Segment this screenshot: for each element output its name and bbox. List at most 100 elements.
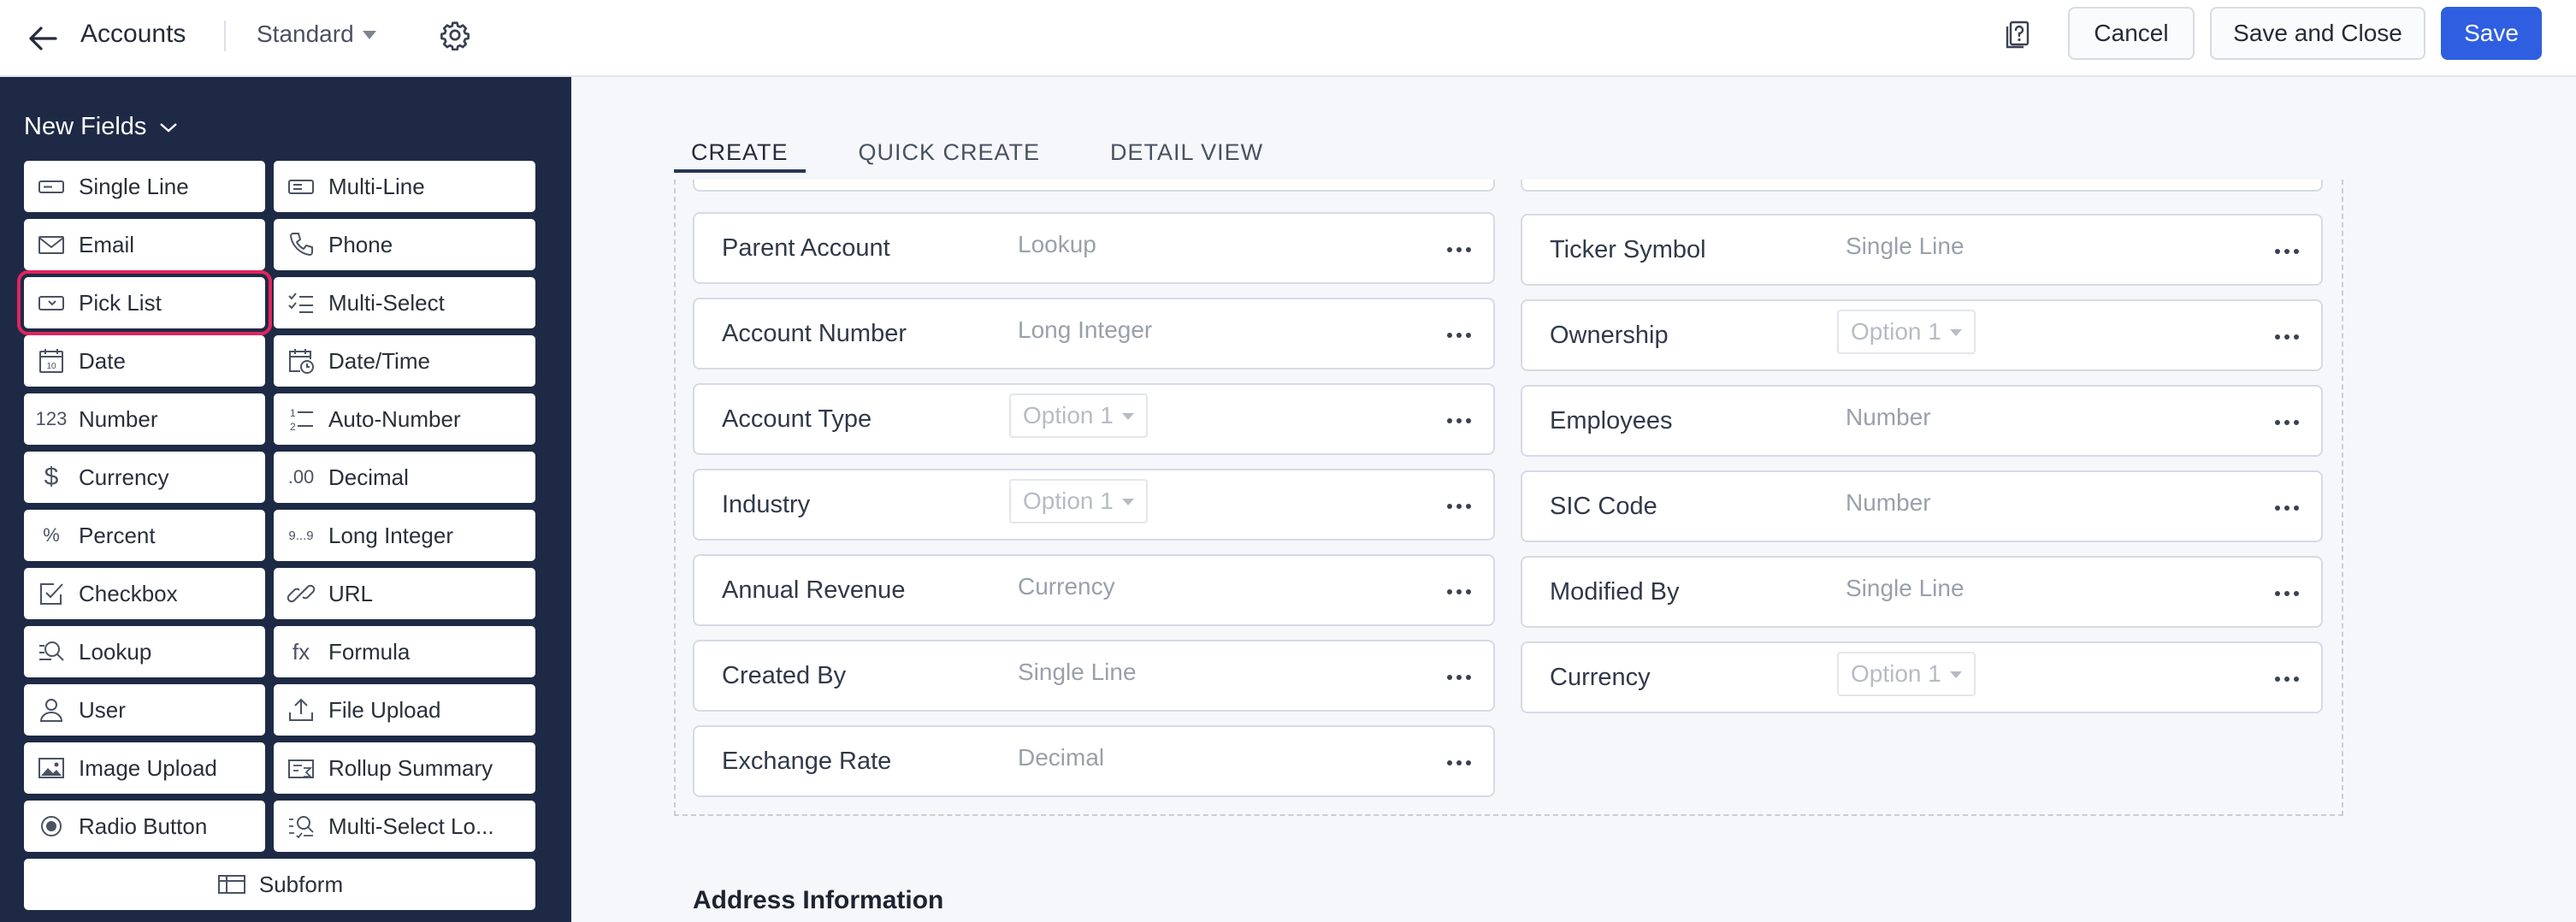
field-label: Decimal — [328, 464, 409, 490]
field-row-currency[interactable]: Currency Option 1 — [1521, 641, 2323, 713]
layout-dropdown[interactable]: Standard — [257, 17, 376, 51]
field-label: Single Line — [79, 173, 189, 199]
field-label: Number — [79, 405, 158, 432]
field-currency[interactable]: $ Currency — [24, 452, 265, 503]
field-url[interactable]: URL — [274, 568, 535, 619]
svg-text:1: 1 — [290, 407, 296, 419]
field-checkbox[interactable]: Checkbox — [24, 568, 265, 619]
field-phone[interactable]: Phone — [274, 219, 535, 270]
more-options-icon[interactable] — [1442, 404, 1476, 438]
field-label: URL — [328, 580, 374, 606]
auto-number-icon: 12 — [286, 404, 316, 434]
field-auto-number[interactable]: 12 Auto-Number — [274, 393, 535, 445]
field-row-exchange-rate[interactable]: Exchange Rate Decimal — [693, 725, 1495, 797]
more-options-icon[interactable] — [1442, 660, 1476, 694]
more-options-icon[interactable] — [1442, 746, 1476, 780]
field-image-upload[interactable]: Image Upload — [24, 742, 265, 794]
save-button[interactable]: Save — [2441, 7, 2542, 60]
field-label: Percent — [79, 522, 156, 548]
chevron-down-icon — [1121, 499, 1134, 505]
field-label: Industry — [722, 491, 811, 518]
field-date-time[interactable]: Date/Time — [274, 335, 535, 387]
document-help-icon[interactable] — [1998, 15, 2037, 55]
more-options-icon[interactable] — [1442, 489, 1476, 523]
field-row-created-by[interactable]: Created By Single Line — [693, 640, 1495, 712]
long-integer-icon: 9...9 — [288, 528, 314, 543]
field-date[interactable]: 10 Date — [24, 335, 265, 387]
chevron-down-icon — [160, 122, 178, 133]
more-options-icon[interactable] — [2270, 576, 2304, 611]
layout-tabs: CREATE QUICK CREATE DETAIL VIEW — [674, 125, 1316, 173]
svg-text:2: 2 — [290, 421, 296, 433]
field-long-integer[interactable]: 9...9 Long Integer — [274, 510, 535, 561]
field-percent[interactable]: % Percent — [24, 510, 265, 561]
link-icon — [286, 578, 316, 609]
gear-icon[interactable] — [434, 15, 476, 55]
field-row-annual-revenue[interactable]: Annual Revenue Currency — [693, 554, 1495, 626]
field-radio-button[interactable]: Radio Button — [24, 801, 265, 852]
calendar-clock-icon — [286, 346, 316, 376]
field-file-upload[interactable]: File Upload — [274, 684, 535, 736]
field-lookup[interactable]: Lookup — [24, 626, 265, 677]
calendar-icon: 10 — [36, 346, 67, 376]
formula-icon: fx — [292, 638, 310, 665]
tab-create[interactable]: CREATE — [674, 125, 806, 173]
field-user[interactable]: User — [24, 684, 265, 736]
field-pick-list[interactable]: Pick List — [17, 270, 272, 335]
layout-editor: CREATE QUICK CREATE DETAIL VIEW Parent A… — [571, 77, 2576, 922]
field-row-industry[interactable]: Industry Option 1 — [693, 469, 1495, 541]
field-label: File Upload — [328, 696, 441, 723]
more-options-icon[interactable] — [1442, 233, 1476, 267]
field-type: Decimal — [1018, 744, 1105, 771]
back-arrow-icon[interactable] — [22, 19, 63, 58]
more-options-icon[interactable] — [2270, 234, 2304, 269]
field-number[interactable]: 123 Number — [24, 393, 265, 445]
dollar-icon: $ — [44, 463, 59, 491]
picklist-preview: Option 1 — [1837, 310, 1976, 354]
field-formula[interactable]: fx Formula — [274, 626, 535, 677]
single-line-icon — [36, 171, 67, 202]
cancel-button[interactable]: Cancel — [2068, 7, 2195, 60]
radio-icon — [36, 811, 67, 842]
email-icon — [36, 229, 67, 260]
field-row-ownership[interactable]: Ownership Option 1 — [1521, 299, 2323, 371]
more-options-icon[interactable] — [2270, 491, 2304, 525]
more-options-icon[interactable] — [2270, 320, 2304, 354]
checklist-icon — [286, 287, 316, 318]
field-label: Date — [79, 347, 126, 374]
more-options-icon[interactable] — [2270, 405, 2304, 440]
field-subform[interactable]: Subform — [24, 859, 535, 910]
field-label: Modified By — [1550, 578, 1680, 606]
more-options-icon[interactable] — [1442, 318, 1476, 352]
field-rollup-summary[interactable]: Rollup Summary — [274, 742, 535, 794]
save-and-close-button[interactable]: Save and Close — [2210, 7, 2425, 60]
tab-quick-create[interactable]: QUICK CREATE — [842, 125, 1058, 173]
field-single-line[interactable]: Single Line — [24, 161, 265, 212]
new-fields-toggle[interactable]: New Fields — [24, 113, 179, 141]
field-row-modified-by[interactable]: Modified By Single Line — [1521, 556, 2323, 628]
field-row-employees[interactable]: Employees Number — [1521, 385, 2323, 457]
tab-detail-view[interactable]: DETAIL VIEW — [1093, 125, 1280, 173]
field-email[interactable]: Email — [24, 219, 265, 270]
field-multi-select[interactable]: Multi-Select — [274, 277, 535, 328]
field-row-sic-code[interactable]: SIC Code Number — [1521, 470, 2323, 542]
field-label: Annual Revenue — [722, 576, 906, 604]
field-row-ticker-symbol[interactable]: Ticker Symbol Single Line — [1521, 214, 2323, 286]
chevron-down-icon — [1949, 329, 1962, 336]
field-row-account-number[interactable]: Account Number Long Integer — [693, 298, 1495, 369]
field-row-parent-account[interactable]: Parent Account Lookup — [693, 212, 1495, 284]
field-label: Long Integer — [328, 522, 454, 548]
field-row-account-type[interactable]: Account Type Option 1 — [693, 383, 1495, 455]
field-type: Single Line — [1846, 575, 1964, 601]
field-decimal[interactable]: .00 Decimal — [274, 452, 535, 503]
field-multi-line[interactable]: Multi-Line — [274, 161, 535, 212]
field-type: Currency — [1018, 573, 1115, 600]
more-options-icon[interactable] — [2270, 662, 2304, 696]
field-multi-select-lookup[interactable]: Multi-Select Lo... — [274, 801, 535, 852]
chevron-down-icon — [1949, 671, 1962, 678]
field-type: Number — [1846, 404, 1931, 430]
field-label: Account Type — [722, 405, 872, 433]
chevron-down-icon — [362, 31, 376, 39]
multi-lookup-icon — [286, 811, 316, 842]
more-options-icon[interactable] — [1442, 575, 1476, 609]
